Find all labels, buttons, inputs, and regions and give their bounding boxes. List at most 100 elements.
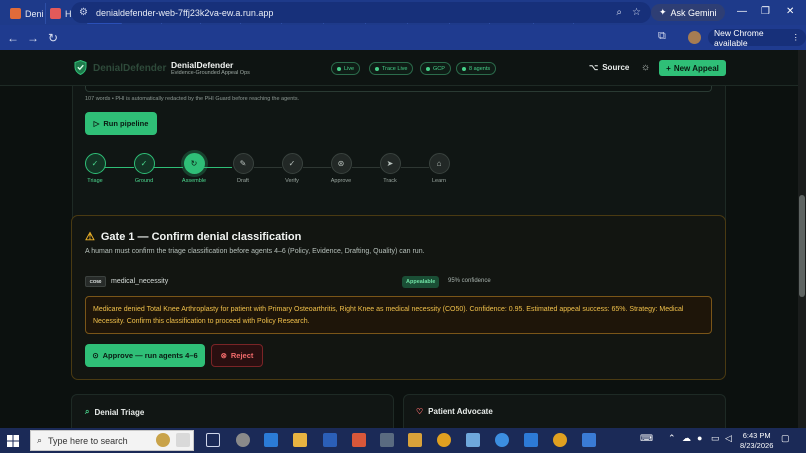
reject-button[interactable]: ⊗ Reject [211,344,263,367]
ask-gemini-label: Ask Gemini [670,7,717,18]
app-icon-3[interactable] [466,433,480,447]
profile-avatar[interactable] [688,31,701,44]
task-view-icon[interactable] [206,433,220,447]
mic-icon[interactable]: ● [697,433,702,443]
step-track[interactable]: ➤ Track [370,153,410,184]
step-assemble[interactable]: ↻ Assemble [174,153,214,184]
step-learn[interactable]: ⌂ Learn [419,153,459,184]
step-triage[interactable]: ✓ Triage [75,153,115,184]
graduation-cap-icon: ⌂ [428,153,450,174]
more-menu-icon[interactable]: ⋮ [792,32,801,43]
reject-label: Reject [230,351,254,360]
approve-button[interactable]: ⊙ Approve — run agents 4–6 [85,344,205,367]
bookmark-star-icon[interactable]: ☆ [632,7,641,18]
ask-gemini-button[interactable]: ✦ Ask Gemini [651,4,725,21]
notifications-icon[interactable]: ▢ [781,433,790,444]
page-scrollbar[interactable] [798,50,806,428]
keyboard-icon[interactable]: ⌨ [640,433,653,444]
widget-icon[interactable] [176,433,190,447]
back-icon[interactable]: ← [3,31,23,45]
vscode-icon[interactable] [524,433,538,447]
app-viewport: 107 words • PHI is automatically redacte… [0,50,798,428]
app-header: DenialDefender DenialDefender Evidence-G… [0,50,798,86]
warning-triangle-icon: ⚠ [85,231,95,243]
forward-icon[interactable]: → [23,31,43,45]
network-icon[interactable]: ▭ [711,433,720,444]
new-appeal-button[interactable]: + New Appeal [659,60,726,76]
plus-icon: + [666,63,671,73]
search-highlight-icon[interactable] [156,433,170,447]
scrollbar-thumb[interactable] [799,195,805,297]
tray-chevron-icon[interactable]: ⌃ [668,433,676,444]
denial-letter-textarea[interactable] [85,86,712,92]
git-icon[interactable] [380,433,394,447]
file-explorer-icon[interactable] [293,433,307,447]
denial-code-badge: CO50 [85,276,106,287]
taskbar-clock[interactable]: 6:43 PM 8/23/2026 [740,431,773,451]
play-icon: ▷ [93,119,100,128]
volume-icon[interactable]: ◁ [725,433,732,444]
github-icon: ⌥ [589,63,599,72]
send-icon: ➤ [379,153,401,174]
close-window-icon[interactable]: ✕ [786,6,794,17]
step-verify[interactable]: ✓ Verify [272,153,312,184]
minimize-window-icon[interactable]: — [737,6,747,17]
status-dot-icon [375,66,379,71]
address-bar-row: ← → ↻ [0,25,806,50]
check-circle-icon: ✓ [133,153,155,174]
logo-wordmark[interactable]: DenialDefender [93,63,166,74]
browser-tab[interactable]: Deni [6,3,46,24]
omnibox[interactable]: ⚙ denialdefender-web-7ffj23k2va-ew.a.run… [71,2,651,23]
status-dot-icon [426,66,430,71]
step-label: Learn [431,178,447,184]
gate-subtitle: A human must confirm the triage classifi… [85,248,425,255]
zoom-search-icon[interactable]: ⌕ [616,7,622,18]
step-label: Triage [87,178,103,184]
run-pipeline-button[interactable]: ▷ Run pipeline [85,112,157,135]
extensions-icon[interactable]: ⧉ [658,30,666,43]
app-icon[interactable] [352,433,366,447]
logo-word2: Defender [123,63,167,74]
settings-gear-icon[interactable] [236,433,250,447]
theme-toggle-icon[interactable]: ☼ [641,62,650,73]
step-label: Draft [237,178,249,184]
chrome-active-icon[interactable] [553,433,567,447]
powershell-icon[interactable] [264,433,278,447]
denial-triage-title: ⌕ Denial Triage [85,407,144,417]
chrome-update-button[interactable]: New Chrome available ⋮ [708,28,806,48]
word-icon[interactable] [323,433,337,447]
source-button[interactable]: ⌥ Source [589,63,629,72]
step-approve[interactable]: ⊛ Approve [321,153,361,184]
pill-label: Trace Live [382,65,408,72]
step-label: Verify [285,178,299,184]
source-label: Source [602,63,630,72]
confidence-text: 95% confidence [448,278,491,284]
search-icon: ⌕ [37,435,43,445]
gate-title: ⚠ Gate 1 — Confirm denial classification [85,230,301,244]
approve-label: Approve — run agents 4–6 [102,351,198,360]
tab-favicon-icon [50,8,61,19]
photos-icon[interactable] [582,433,596,447]
fingerprint-icon: ⊛ [330,153,352,174]
app-icon-4[interactable] [495,433,509,447]
check-icon: ✓ [281,153,303,174]
app-icon-2[interactable] [408,433,422,447]
cloud-icon[interactable]: ☁ [682,433,691,444]
tab-favicon-icon [10,8,21,19]
pen-icon: ✎ [232,153,254,174]
gemini-sparkle-icon: ✦ [659,7,667,17]
step-draft[interactable]: ✎ Draft [223,153,263,184]
windows-start-icon[interactable] [0,428,26,453]
clock-time: 6:43 PM [742,431,771,440]
site-info-icon[interactable]: ⚙ [79,7,88,18]
new-appeal-label: New Appeal [673,63,719,73]
check-circle-icon: ✓ [84,153,106,174]
reload-icon[interactable]: ↻ [43,31,63,45]
gcp-pill: GCP [420,62,451,75]
taskbar-search-placeholder: Type here to search [48,435,128,446]
restore-window-icon[interactable]: ❐ [761,6,770,17]
pill-label: Live [344,65,355,72]
classification-summary: Medicare denied Total Knee Arthroplasty … [85,296,712,334]
step-ground[interactable]: ✓ Ground [124,153,164,184]
chrome-icon[interactable] [437,433,451,447]
